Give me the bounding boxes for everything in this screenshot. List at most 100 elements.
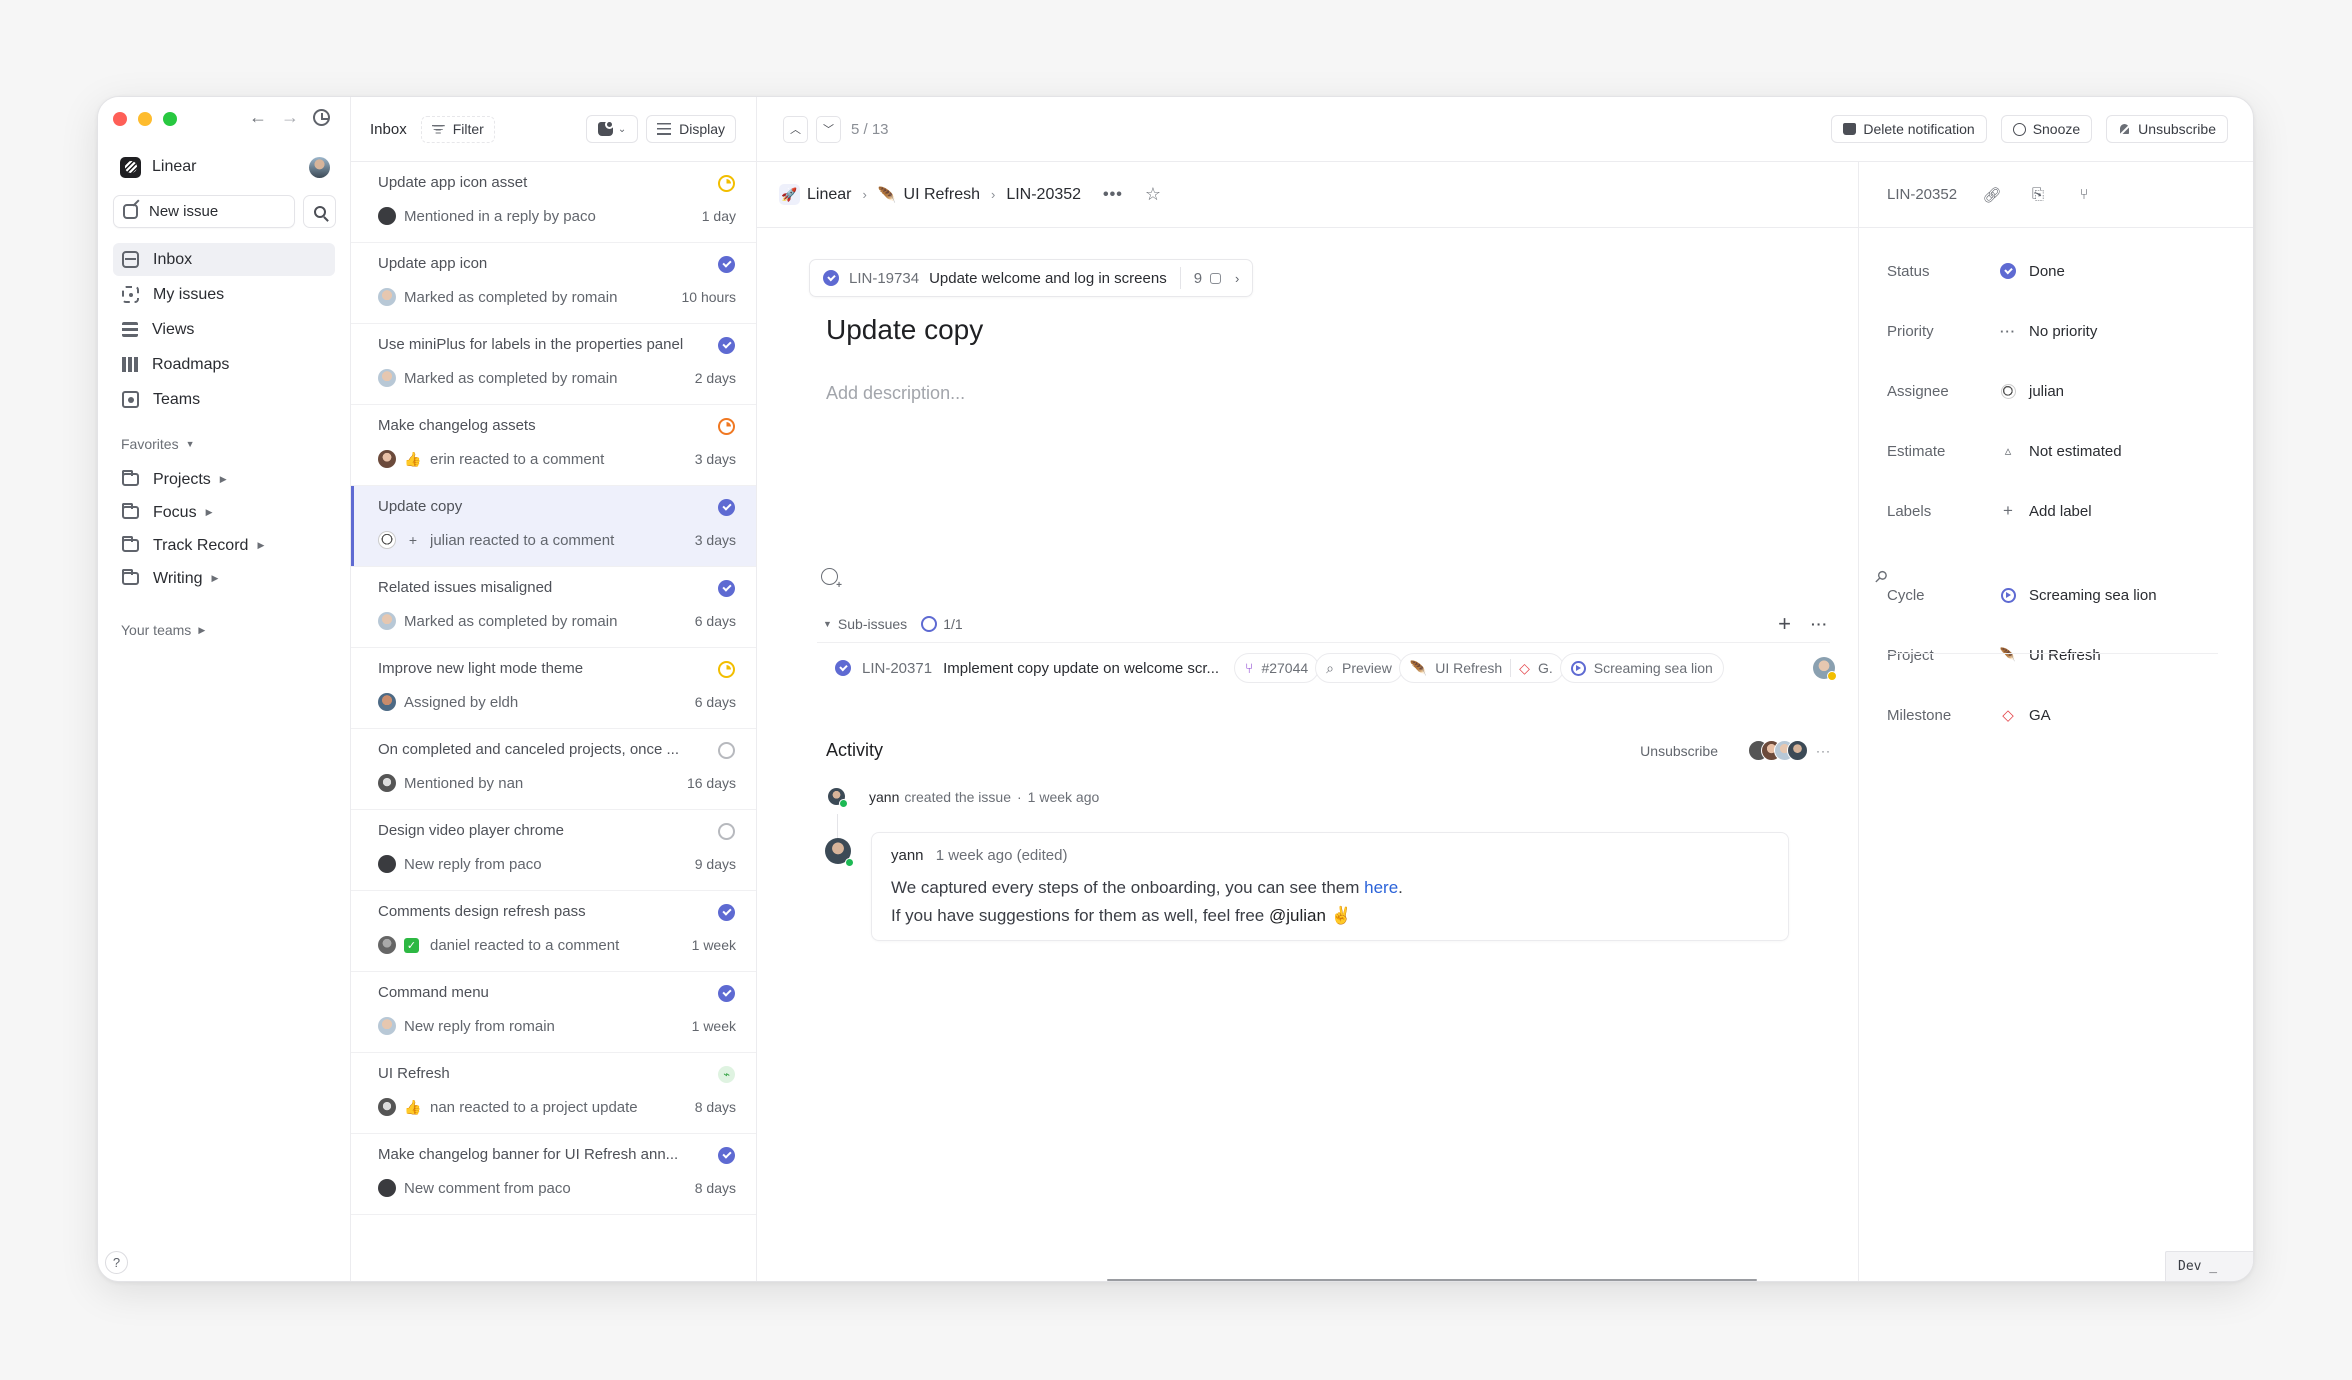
- maximize-window-button[interactable]: [163, 112, 177, 126]
- preview-chip[interactable]: ⌕ Preview: [1315, 653, 1403, 683]
- help-button[interactable]: ?: [105, 1251, 128, 1274]
- previous-notification-button[interactable]: ︿: [783, 115, 808, 143]
- project-chip[interactable]: 🪶 UI Refresh ◇ G.: [1398, 653, 1564, 683]
- more-options-icon[interactable]: •••: [1103, 186, 1123, 204]
- sub-issues-label[interactable]: Sub-issues: [838, 616, 907, 632]
- copy-id-icon[interactable]: ⎘: [2027, 186, 2049, 203]
- snooze-label: Snooze: [2032, 121, 2081, 137]
- sub-issue-assignee-avatar[interactable]: [1813, 657, 1837, 681]
- property-value[interactable]: GA: [2029, 707, 2051, 724]
- add-reaction-icon[interactable]: [821, 568, 842, 591]
- back-arrow-icon[interactable]: ←: [249, 107, 267, 128]
- inbox-actions-dropdown[interactable]: ⌄: [586, 115, 639, 143]
- display-button[interactable]: Display: [646, 115, 736, 143]
- minimize-window-button[interactable]: [138, 112, 152, 126]
- forward-arrow-icon[interactable]: →: [281, 107, 299, 128]
- inbox-item[interactable]: Design video player chrome New reply fro…: [351, 810, 756, 891]
- inbox-item[interactable]: Improve new light mode theme Assigned by…: [351, 648, 756, 729]
- favorite-item-writing[interactable]: Writing ▶: [113, 562, 335, 595]
- property-label: Priority: [1887, 322, 1934, 340]
- favorites-label: Favorites: [121, 436, 179, 452]
- workspace-switcher[interactable]: Linear: [120, 152, 330, 182]
- close-window-button[interactable]: [113, 112, 127, 126]
- user-avatar[interactable]: [309, 156, 330, 178]
- star-icon[interactable]: ☆: [1145, 184, 1161, 205]
- history-clock-icon[interactable]: [313, 109, 330, 126]
- horizontal-scrollbar[interactable]: [1107, 1279, 1757, 1281]
- next-notification-button[interactable]: ﹀: [816, 115, 841, 143]
- unsubscribe-button[interactable]: Unsubscribe: [2106, 115, 2228, 143]
- cycle-chip[interactable]: Screaming sea lion: [1559, 653, 1724, 683]
- pull-request-chip[interactable]: ⑂ #27044: [1234, 653, 1320, 683]
- git-branch-icon[interactable]: ⑂: [2073, 186, 2095, 203]
- inbox-item[interactable]: Update app icon Marked as completed by r…: [351, 243, 756, 324]
- sub-issues-more-icon[interactable]: ···: [1811, 616, 1828, 632]
- inbox-item[interactable]: Related issues misaligned Marked as comp…: [351, 567, 756, 648]
- breadcrumb-issue-id[interactable]: LIN-20352: [1006, 186, 1081, 204]
- breadcrumb-team[interactable]: Linear: [807, 186, 851, 204]
- inbox-item-text: Marked as completed by romain: [404, 612, 618, 630]
- subscriber-avatars[interactable]: [1748, 740, 1808, 761]
- comment-mention[interactable]: @julian: [1269, 906, 1326, 925]
- issue-title[interactable]: Update copy: [826, 314, 983, 346]
- delete-notification-button[interactable]: Delete notification: [1831, 115, 1987, 143]
- inbox-item-subtitle: Mentioned in a reply by paco 1 day: [378, 206, 736, 226]
- property-value[interactable]: Add label: [2029, 503, 2092, 520]
- add-sub-issue-icon[interactable]: +: [1778, 611, 1791, 637]
- inbox-item[interactable]: Command menu New reply from romain 1 wee…: [351, 972, 756, 1053]
- favorite-item-focus[interactable]: Focus ▶: [113, 496, 335, 529]
- caret-down-icon[interactable]: ▼: [823, 619, 832, 629]
- folder-icon: [122, 503, 139, 519]
- new-issue-button[interactable]: New issue: [113, 195, 295, 228]
- search-icon: [313, 205, 326, 218]
- parent-issue-chip[interactable]: LIN-19734 Update welcome and log in scre…: [809, 259, 1254, 297]
- inbox-item[interactable]: Make changelog banner for UI Refresh ann…: [351, 1134, 756, 1215]
- milestone-icon: ◇: [2002, 707, 2014, 724]
- property-value[interactable]: No priority: [2029, 323, 2097, 340]
- activity-unsubscribe-button[interactable]: Unsubscribe: [1640, 743, 1718, 759]
- description-input[interactable]: Add description...: [826, 383, 965, 404]
- your-teams-section-toggle[interactable]: Your teams ▶: [121, 622, 205, 638]
- filter-label: Filter: [452, 121, 484, 137]
- my-issues-icon: [122, 286, 139, 303]
- copy-link-icon[interactable]: 🔗︎: [1981, 186, 2003, 204]
- sidebar-item-teams[interactable]: Teams: [113, 383, 335, 416]
- property-value[interactable]: Screaming sea lion: [2029, 587, 2157, 604]
- in-progress-status-icon: [718, 661, 735, 678]
- actor-avatar: [378, 288, 396, 306]
- property-label: Milestone: [1887, 706, 1952, 724]
- inbox-item[interactable]: Update copy + julian reacted to a commen…: [351, 486, 756, 567]
- sidebar-item-views[interactable]: Views: [113, 313, 335, 346]
- more-subscribers-icon[interactable]: ···: [1816, 744, 1831, 758]
- favorite-item-track-record[interactable]: Track Record ▶: [113, 529, 335, 562]
- sidebar-item-inbox[interactable]: Inbox: [113, 243, 335, 276]
- property-icon-wrap: [2000, 263, 2016, 279]
- property-value[interactable]: julian: [2029, 383, 2064, 400]
- inbox-item[interactable]: Update app icon asset Mentioned in a rep…: [351, 162, 756, 243]
- inbox-item[interactable]: On completed and canceled projects, once…: [351, 729, 756, 810]
- inbox-item[interactable]: Make changelog assets 👍 erin reacted to …: [351, 405, 756, 486]
- search-button[interactable]: [303, 195, 336, 228]
- event-user[interactable]: yann: [869, 789, 899, 805]
- inbox-item[interactable]: Use miniPlus for labels in the propertie…: [351, 324, 756, 405]
- parent-issue-title: Update welcome and log in screens: [929, 269, 1167, 287]
- comment-link[interactable]: here: [1364, 878, 1398, 897]
- new-issue-label: New issue: [149, 203, 219, 220]
- favorite-item-projects[interactable]: Projects ▶: [113, 463, 335, 496]
- inbox-item[interactable]: Comments design refresh pass ✓ daniel re…: [351, 891, 756, 972]
- favorites-section-toggle[interactable]: Favorites ▼: [121, 436, 195, 452]
- inbox-item[interactable]: UI Refresh ⌁ 👍 nan reacted to a project …: [351, 1053, 756, 1134]
- property-value[interactable]: UI Refresh: [2029, 647, 2101, 664]
- breadcrumb-project[interactable]: UI Refresh: [904, 186, 980, 204]
- snooze-button[interactable]: Snooze: [2000, 115, 2093, 143]
- comment-author[interactable]: yann: [891, 847, 924, 864]
- property-value[interactable]: Not estimated: [2029, 443, 2122, 460]
- subscriber-avatar: [1787, 740, 1808, 761]
- sub-issue-row[interactable]: LIN-20371 Implement copy update on welco…: [835, 651, 1837, 685]
- sidebar-item-my-issues[interactable]: My issues: [113, 278, 335, 311]
- sidebar-item-roadmaps[interactable]: Roadmaps: [113, 348, 335, 381]
- actor-avatar: [378, 855, 396, 873]
- actor-avatar: [378, 1179, 396, 1197]
- property-value[interactable]: Done: [2029, 263, 2065, 280]
- filter-button[interactable]: Filter: [420, 115, 495, 143]
